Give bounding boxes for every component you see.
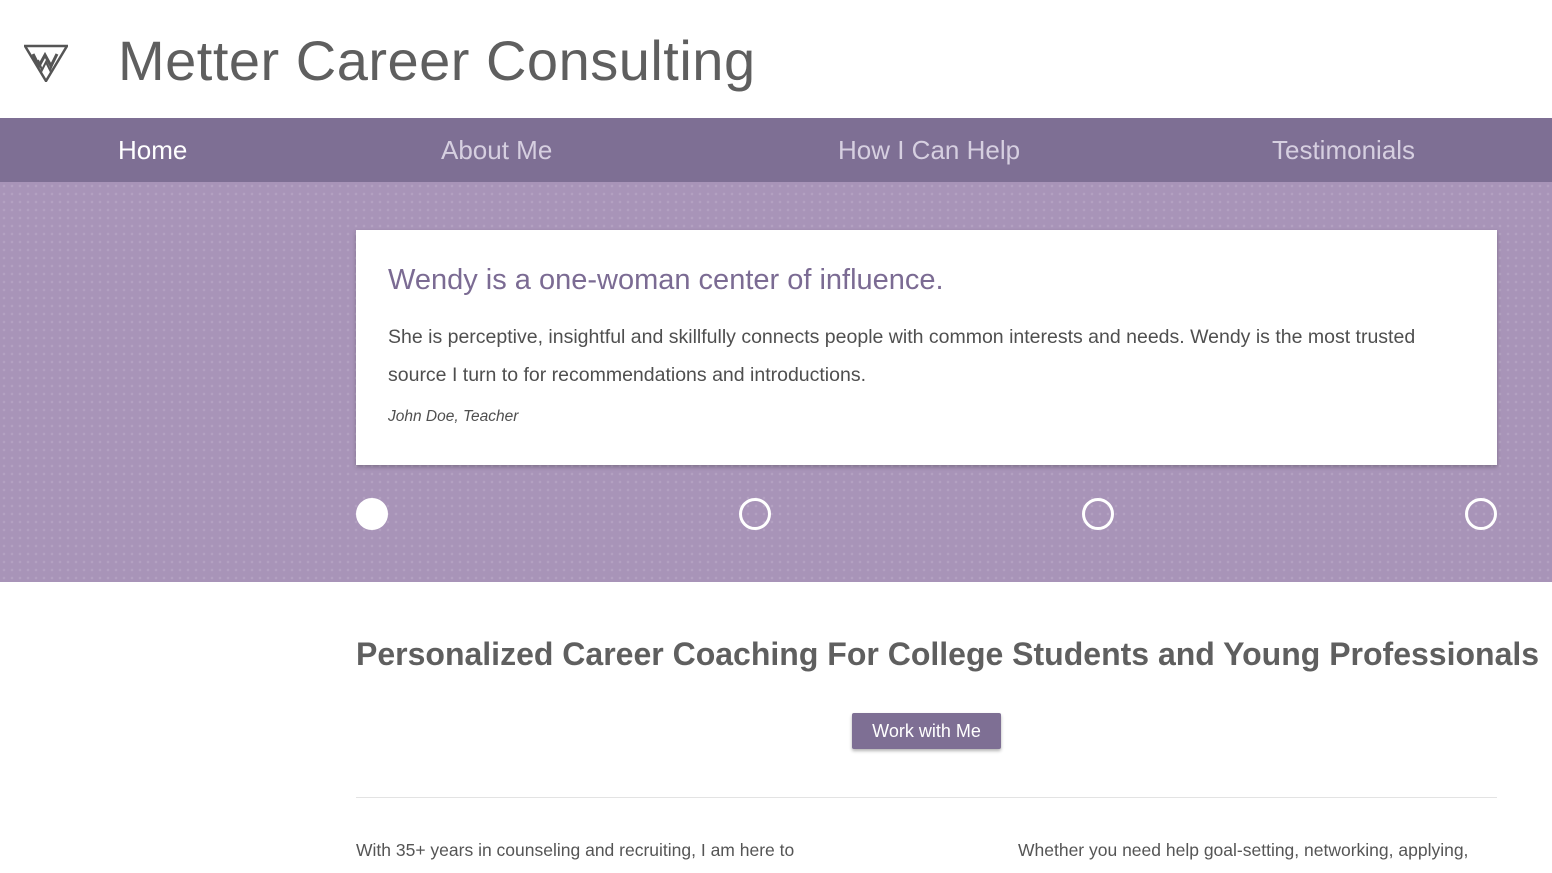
carousel-dot-2[interactable] (739, 498, 771, 530)
carousel-dot-3[interactable] (1082, 498, 1114, 530)
testimonial-card: Wendy is a one-woman center of influence… (356, 230, 1497, 465)
nav-home[interactable]: Home (118, 118, 187, 182)
nav-testimonials[interactable]: Testimonials (1272, 118, 1415, 182)
nav-about-me[interactable]: About Me (441, 118, 552, 182)
testimonial-heading: Wendy is a one-woman center of influence… (388, 264, 944, 296)
logo-icon[interactable] (24, 44, 68, 82)
page-tagline: Personalized Career Coaching For College… (356, 636, 1540, 672)
site-title[interactable]: Metter Career Consulting (118, 28, 756, 93)
testimonial-body: She is perceptive, insightful and skillf… (388, 326, 1416, 386)
intro-left-text: With 35+ years in counseling and recruit… (356, 840, 795, 860)
testimonial-author: John Doe, Teacher (388, 408, 519, 425)
site-header: Metter Career Consulting (0, 0, 1552, 118)
work-with-me-button[interactable]: Work with Me (852, 713, 1001, 749)
carousel-dot-4[interactable] (1465, 498, 1497, 530)
nav-how-i-can-help[interactable]: How I Can Help (838, 118, 1020, 182)
intro-right-text: Whether you need help goal-setting, netw… (1018, 840, 1469, 860)
testimonial-carousel: Wendy is a one-woman center of influence… (0, 182, 1552, 582)
carousel-dot-1[interactable] (356, 498, 388, 530)
section-divider (356, 797, 1497, 798)
main-nav: Home About Me How I Can Help Testimonial… (0, 118, 1552, 182)
